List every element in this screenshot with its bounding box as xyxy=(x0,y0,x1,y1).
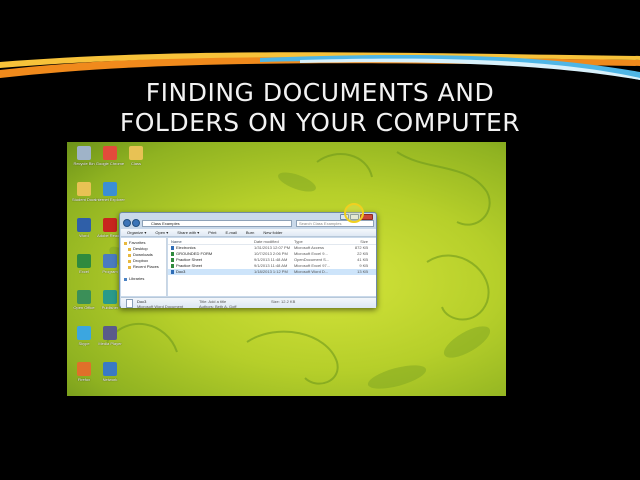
desktop-icon-label: Network xyxy=(102,377,118,382)
file-date: 1/18/2013 1:12 PM xyxy=(254,269,288,274)
search-input[interactable]: Search Class Examples xyxy=(296,220,374,227)
toolbar-button[interactable]: New folder xyxy=(263,229,282,237)
file-name-text: Doc3 xyxy=(176,269,186,274)
toolbar-button[interactable]: Share with ▾ xyxy=(177,229,199,237)
desktop-screenshot: Recycle Bin Google Chrome Class Student Doc… xyxy=(67,142,506,396)
desktop-icon-label: Internet Explorer xyxy=(95,197,125,202)
folder-icon xyxy=(128,259,131,263)
address-bar[interactable]: Class Examples xyxy=(142,220,292,227)
xls-file-icon xyxy=(171,258,174,262)
explorer-toolbar: Organize ▾ Open ▾ Share with ▾ Print E-mail B… xyxy=(121,229,376,237)
details-pane: Doc3 Microsoft Word Document Title: Add … xyxy=(121,297,376,309)
column-size[interactable]: Size xyxy=(336,238,372,244)
app-icon xyxy=(103,290,117,304)
folder-icon xyxy=(128,265,131,269)
desktop-icon[interactable]: Internet Explorer xyxy=(95,182,125,216)
ie-icon xyxy=(103,182,117,196)
app-icon xyxy=(103,362,117,376)
doc-file-icon xyxy=(171,270,174,274)
address-text: Class Examples xyxy=(151,221,180,226)
toolbar-button[interactable]: Organize ▾ xyxy=(127,229,146,237)
nav-arrows xyxy=(123,219,140,227)
slide-title-line-2: FOLDERS ON YOUR COMPUTER xyxy=(119,108,521,137)
excel-icon xyxy=(77,254,91,268)
app-icon xyxy=(103,326,117,340)
star-icon xyxy=(124,241,127,245)
desktop-icon-label: Media Player xyxy=(98,341,122,346)
xls-file-icon xyxy=(171,264,174,268)
desktop-icon-label: Class xyxy=(130,161,141,166)
chrome-icon xyxy=(103,146,117,160)
file-row[interactable]: Doc3 1/18/2013 1:12 PM Microsoft Word D...… xyxy=(168,269,376,275)
navigation-pane: Favorites Desktop Downloads Dropbox Recent P… xyxy=(121,238,167,296)
folder-icon xyxy=(128,253,131,257)
desktop-icon[interactable]: Media Player xyxy=(95,326,125,360)
back-arrow-icon[interactable] xyxy=(123,219,131,227)
column-name[interactable]: Name xyxy=(168,238,254,244)
app-icon xyxy=(77,326,91,340)
word-icon xyxy=(77,218,91,232)
toolbar-button[interactable]: Open ▾ xyxy=(155,229,168,237)
details-size: Size: 12.2 KB xyxy=(271,299,296,304)
file-rows: Electronics 1/31/2013 12:07 PM Microsoft A… xyxy=(168,245,376,275)
file-list: Name Date modified Type Size Electronics… xyxy=(168,238,376,296)
header-swoosh xyxy=(0,52,640,80)
recycle-bin-icon xyxy=(77,146,91,160)
slide-title-line-1: FINDING DOCUMENTS AND xyxy=(145,78,495,107)
details-authors[interactable]: Authors: Beth A. Goff xyxy=(199,304,237,309)
search-placeholder: Search Class Examples xyxy=(299,221,342,226)
file-name: Doc3 xyxy=(168,269,254,275)
file-type: Microsoft Word D... xyxy=(294,269,329,274)
nav-item-label: Libraries xyxy=(129,276,145,281)
file-list-header: Name Date modified Type Size xyxy=(168,238,376,245)
library-icon xyxy=(124,277,127,281)
column-type[interactable]: Type xyxy=(294,238,336,244)
desktop-icon[interactable]: Network xyxy=(95,362,125,396)
folder-icon xyxy=(129,146,143,160)
toolbar-button[interactable]: Print xyxy=(208,229,216,237)
column-date[interactable]: Date modified xyxy=(254,238,294,244)
folder-icon xyxy=(128,247,131,251)
cursor-highlight xyxy=(344,203,364,223)
toolbar-button[interactable]: E-mail xyxy=(226,229,237,237)
firefox-icon xyxy=(77,362,91,376)
nav-item-label: Recent Places xyxy=(133,264,159,269)
explorer-window[interactable]: Class Examples Search Class Examples Org… xyxy=(119,212,377,309)
nav-item[interactable]: Libraries xyxy=(124,276,166,282)
xls-file-icon xyxy=(171,252,174,256)
folder-icon xyxy=(77,182,91,196)
desktop-icon[interactable]: Class xyxy=(121,146,151,180)
slide-title: FINDING DOCUMENTS AND FOLDERS ON YOUR CO… xyxy=(60,78,580,138)
pdf-icon xyxy=(103,218,117,232)
app-icon xyxy=(103,254,117,268)
file-size: 13 KB xyxy=(357,269,368,274)
document-thumbnail-icon xyxy=(126,299,133,308)
details-file-type: Microsoft Word Document xyxy=(137,304,184,309)
toolbar-button[interactable]: Burn xyxy=(246,229,254,237)
forward-arrow-icon[interactable] xyxy=(132,219,140,227)
app-icon xyxy=(77,290,91,304)
access-file-icon xyxy=(171,246,174,250)
